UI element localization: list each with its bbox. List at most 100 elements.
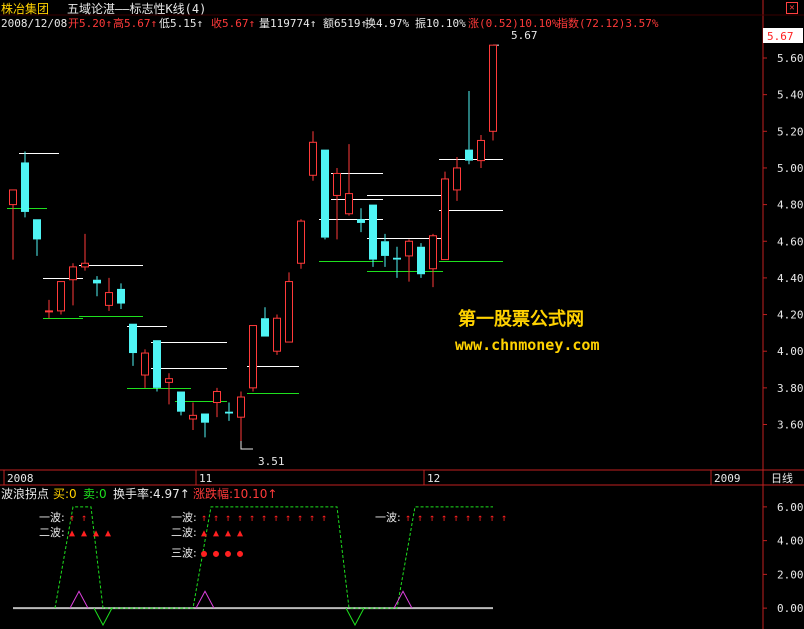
candle: [405, 239, 413, 282]
wave-label: 一波:: [375, 511, 401, 524]
wave-label: 二波:: [39, 526, 65, 539]
wave-symbol: ↑: [261, 513, 267, 524]
time-tick-label: 2009: [714, 472, 741, 485]
wave-label: 二波:: [171, 526, 197, 539]
wave-symbol: ↑: [489, 513, 495, 524]
wave-symbol: ●: [237, 548, 243, 559]
wave-symbol: ↑: [225, 513, 231, 524]
candle-body: [477, 139, 485, 162]
candle: [465, 90, 473, 165]
candle: [141, 349, 149, 388]
price-tick-label: 5.40: [777, 89, 804, 102]
candle-body: [441, 178, 449, 261]
marker-lines: [7, 44, 503, 450]
candle: [393, 246, 401, 278]
candle: [285, 272, 293, 343]
candle: [213, 387, 221, 418]
candle: [429, 233, 437, 288]
price-tick-label: 3.80: [777, 382, 804, 395]
candle-series: [9, 44, 497, 442]
trough-mark: [345, 607, 365, 627]
watermark-url: www.chnmoney.com: [455, 336, 600, 354]
indicator-panel: 6.00 4.00 2.00 0.00 一波: ↑ ↑ 二波: ▲ ▲ ▲ ▲ 一波: ↑ ↑ ↑ ↑ ↑ ↑ ↑ ↑ ↑…: [13, 501, 804, 627]
candle-body: [105, 292, 113, 306]
wave-symbol: ↑: [81, 513, 87, 524]
price-tick-label: 4.80: [777, 199, 804, 212]
candle-body: [489, 44, 497, 132]
price-tick-label: 4.00: [777, 345, 804, 358]
low-leader: [240, 441, 253, 450]
candle-body: [405, 240, 413, 257]
time-tick-label: 11: [199, 472, 212, 485]
wave-symbol: ▲: [93, 528, 99, 539]
candle-body: [57, 281, 65, 312]
time-tick-label: 2008: [7, 472, 34, 485]
wave-symbol: ●: [201, 548, 207, 559]
candle-body: [429, 235, 437, 270]
indicator-name: 波浪拐点: [1, 486, 49, 501]
indicator-change: 涨跌幅:10.10↑: [193, 486, 277, 501]
chart-canvas: 5.60 5.40 5.20 5.00 4.80 4.60 4.40 4.20 4.00 3.80…: [0, 0, 804, 629]
wave-symbol: ↑: [429, 513, 435, 524]
candle-body: [33, 219, 41, 240]
candle-body: [69, 266, 77, 281]
price-tick-label: 5.60: [777, 52, 804, 65]
candle-body: [93, 279, 101, 284]
candle-body: [45, 310, 53, 313]
indicator-tick-label: 6.00: [777, 501, 804, 514]
candle: [177, 391, 185, 416]
wave-symbol: ↑: [297, 513, 303, 524]
candle: [297, 219, 305, 269]
candle-body: [81, 262, 89, 268]
price-tick-label: 5.20: [777, 125, 804, 138]
indicator-turnover: 换手率:4.97↑: [113, 486, 190, 501]
candle: [21, 151, 29, 218]
candle-body: [237, 396, 245, 418]
wave-symbol: ↑: [201, 513, 207, 524]
candle-body: [297, 220, 305, 264]
current-price-value: 5.67: [767, 30, 794, 43]
period-label: 日线: [771, 471, 793, 485]
wave-symbol: ▲: [237, 528, 243, 539]
candle: [477, 134, 485, 168]
candle-body: [309, 141, 317, 176]
candle-body: [285, 281, 293, 343]
candle: [81, 233, 89, 271]
candle-body: [465, 149, 473, 161]
trough-mark: [93, 607, 113, 627]
candle-body: [129, 323, 137, 354]
candle-body: [357, 219, 365, 223]
candle: [237, 391, 245, 442]
candle-body: [177, 391, 185, 412]
candle: [441, 171, 449, 261]
wave-symbol: ▲: [201, 528, 207, 539]
watermark-title: 第一股票公式网: [458, 308, 584, 330]
indicator-buy: 买:0: [53, 487, 77, 501]
price-tick-label: 4.20: [777, 309, 804, 322]
candle-body: [381, 241, 389, 256]
candle: [153, 340, 161, 392]
wave-symbol: ↑: [417, 513, 423, 524]
candle: [453, 156, 461, 201]
wave-symbol: ▲: [81, 528, 87, 539]
candle-body: [369, 204, 377, 260]
candle-body: [225, 411, 233, 414]
wave-symbol: ↑: [213, 513, 219, 524]
candle-body: [165, 378, 173, 383]
candle: [333, 167, 341, 240]
candle-body: [261, 318, 269, 337]
wave-label: 三波:: [171, 546, 197, 559]
price-axis: 5.60 5.40 5.20 5.00 4.80 4.60 4.40 4.20 4.00 3.80…: [763, 52, 804, 432]
wave-label: 一波:: [39, 511, 65, 524]
candle: [417, 243, 425, 278]
candle-body: [249, 325, 257, 389]
candle-body: [213, 391, 221, 404]
candle: [9, 189, 17, 260]
wave-symbol: ↑: [285, 513, 291, 524]
candle: [369, 204, 377, 267]
candle: [129, 323, 137, 366]
candle: [357, 208, 365, 233]
candle: [345, 144, 353, 216]
candle: [93, 276, 101, 297]
indicator-tick-label: 4.00: [777, 535, 804, 548]
